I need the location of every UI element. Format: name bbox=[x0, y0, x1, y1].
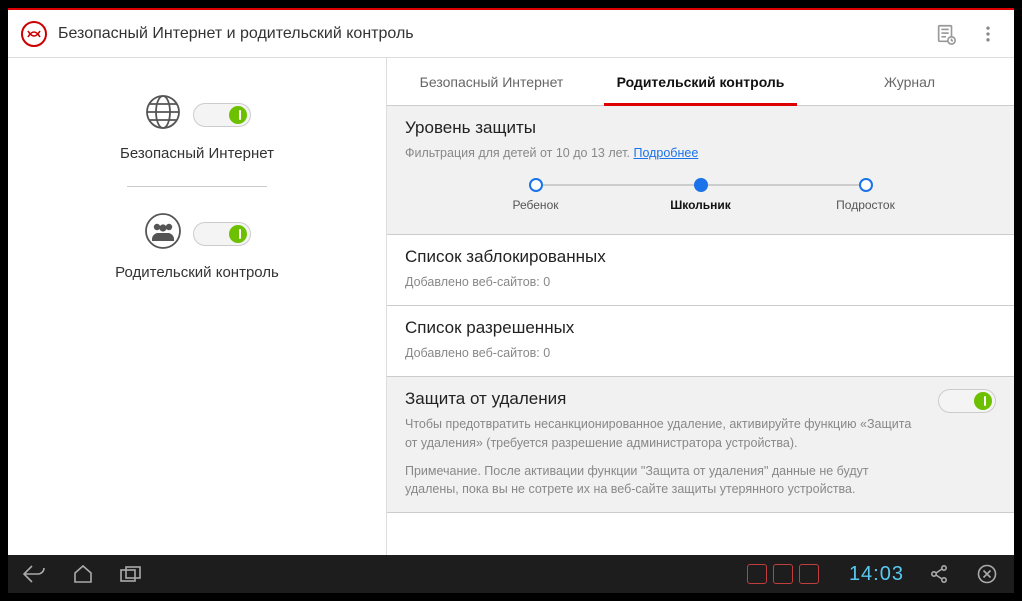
sidebar-divider bbox=[127, 186, 267, 187]
desc-text: Фильтрация для детей от 10 до 13 лет. bbox=[405, 146, 633, 160]
section-title: Уровень защиты bbox=[405, 118, 996, 138]
overflow-menu-icon[interactable] bbox=[974, 20, 1002, 48]
section-title: Защита от удаления bbox=[405, 389, 924, 409]
section-desc-note: Примечание. После активации функции "Защ… bbox=[405, 462, 924, 498]
sidebar-item-label: Безопасный Интернет bbox=[120, 145, 274, 162]
android-navbar: 14:03 bbox=[8, 555, 1014, 593]
tray-app-icon[interactable] bbox=[773, 564, 793, 584]
clock: 14:03 bbox=[849, 563, 904, 586]
slider-stop-child[interactable] bbox=[529, 178, 543, 192]
tab-label: Журнал bbox=[884, 74, 935, 90]
tab-bar: Безопасный Интернет Родительский контрол… bbox=[387, 58, 1014, 106]
more-link[interactable]: Подробнее bbox=[633, 146, 698, 160]
section-allowlist[interactable]: Список разрешенных Добавлено веб-сайтов:… bbox=[387, 306, 1014, 377]
globe-icon bbox=[143, 92, 183, 137]
section-title: Список разрешенных bbox=[405, 318, 996, 338]
sidebar: Безопасный Интернет Родительский контрол… bbox=[8, 58, 386, 555]
tab-label: Родительский контроль bbox=[617, 74, 785, 90]
tray-app-icon[interactable] bbox=[747, 564, 767, 584]
slider-label: Школьник bbox=[670, 198, 731, 212]
log-icon[interactable] bbox=[932, 20, 960, 48]
slider-label: Подросток bbox=[836, 198, 895, 212]
section-protection-level: Уровень защиты Фильтрация для детей от 1… bbox=[387, 106, 1014, 235]
notification-tray[interactable] bbox=[747, 564, 819, 584]
sidebar-item-label: Родительский контроль bbox=[115, 264, 279, 281]
age-level-slider[interactable]: Ребенок Школьник Подросток bbox=[536, 180, 866, 220]
back-icon[interactable] bbox=[22, 561, 48, 587]
safe-internet-toggle[interactable] bbox=[193, 103, 251, 127]
sidebar-module-parental: Родительский контроль bbox=[115, 197, 279, 295]
share-icon[interactable] bbox=[926, 561, 952, 587]
home-icon[interactable] bbox=[70, 561, 96, 587]
tab-journal[interactable]: Журнал bbox=[805, 58, 1014, 105]
sidebar-module-safe-internet: Безопасный Интернет bbox=[120, 78, 274, 176]
tab-parental-control[interactable]: Родительский контроль bbox=[596, 58, 805, 105]
main-panel: Безопасный Интернет Родительский контрол… bbox=[386, 58, 1014, 555]
section-desc: Фильтрация для детей от 10 до 13 лет. По… bbox=[405, 144, 996, 162]
section-title: Список заблокированных bbox=[405, 247, 996, 267]
parental-control-toggle[interactable] bbox=[193, 222, 251, 246]
section-desc: Чтобы предотвратить несанкционированное … bbox=[405, 415, 924, 451]
delete-protection-toggle[interactable] bbox=[938, 389, 996, 413]
app-logo-icon bbox=[20, 20, 48, 48]
slider-stop-schooler[interactable] bbox=[694, 178, 708, 192]
section-desc: Добавлено веб-сайтов: 0 bbox=[405, 344, 996, 362]
recents-icon[interactable] bbox=[118, 561, 144, 587]
people-icon bbox=[143, 211, 183, 256]
section-desc: Добавлено веб-сайтов: 0 bbox=[405, 273, 996, 291]
content-scroll[interactable]: Уровень защиты Фильтрация для детей от 1… bbox=[387, 106, 1014, 555]
section-blocklist[interactable]: Список заблокированных Добавлено веб-сай… bbox=[387, 235, 1014, 306]
app-header: Безопасный Интернет и родительский контр… bbox=[8, 10, 1014, 58]
close-icon[interactable] bbox=[974, 561, 1000, 587]
slider-label: Ребенок bbox=[513, 198, 559, 212]
page-title: Безопасный Интернет и родительский контр… bbox=[58, 25, 918, 43]
slider-stop-teen[interactable] bbox=[859, 178, 873, 192]
tab-safe-internet[interactable]: Безопасный Интернет bbox=[387, 58, 596, 105]
tray-app-icon[interactable] bbox=[799, 564, 819, 584]
section-delete-protection: Защита от удаления Чтобы предотвратить н… bbox=[387, 377, 1014, 513]
tab-label: Безопасный Интернет bbox=[420, 74, 564, 90]
